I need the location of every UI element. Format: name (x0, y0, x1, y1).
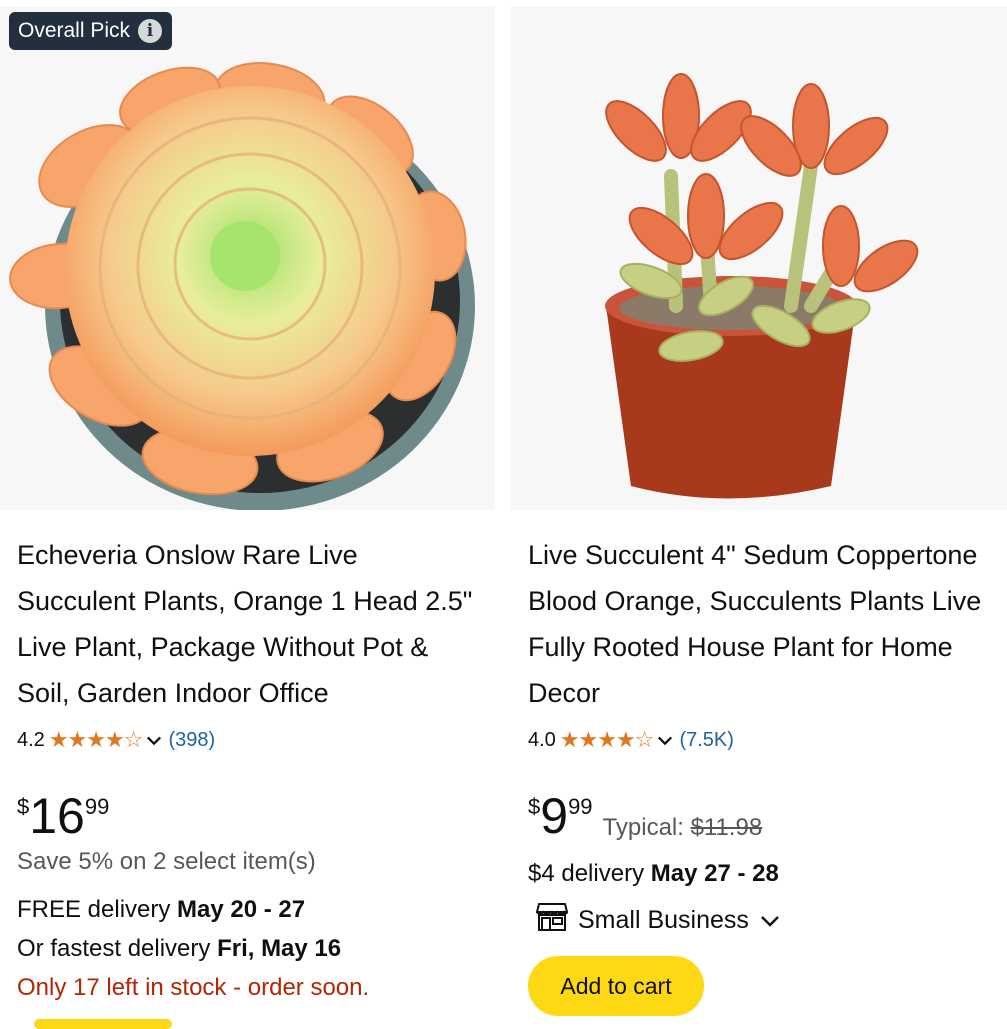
delivery-info: $4 delivery May 27 - 28 (528, 860, 779, 888)
product-image-echeveria[interactable] (0, 6, 495, 510)
typical-price-value: $11.98 (690, 814, 763, 841)
chevron-down-icon[interactable] (759, 906, 781, 935)
price-symbol: $ (528, 794, 541, 819)
rating-value: 4.2 (17, 729, 45, 751)
price-fraction: 99 (84, 794, 110, 819)
rating-row: 4.0 ★★★★☆ (7.5K) (528, 728, 734, 753)
star-rating-icon[interactable]: ★★★★☆ (560, 728, 655, 753)
price-fraction: 99 (568, 794, 593, 819)
product-card-sedum[interactable]: Live Succulent 4" Sedum Coppertone Blood… (511, 0, 1007, 1024)
badge-label: Overall Pick (18, 19, 131, 42)
sedum-plant-illustration (605, 73, 919, 499)
price-whole: 16 (29, 788, 85, 844)
review-count-link[interactable]: (7.5K) (679, 729, 733, 752)
review-count-link[interactable]: (398) (168, 729, 215, 752)
fastest-prefix: Or fastest delivery (17, 935, 218, 962)
product-title[interactable]: Echeveria Onslow Rare Live Succulent Pla… (17, 532, 482, 716)
rating-value: 4.0 (528, 729, 556, 751)
save-offer-text: Save 5% on 2 select item(s) (17, 848, 316, 875)
star-rating-icon[interactable]: ★★★★☆ (49, 728, 144, 753)
price: $ 9 99 Typical: $11.98 (528, 790, 762, 842)
echeveria-plant-illustration (9, 62, 475, 510)
price-whole: 9 (540, 788, 569, 844)
overall-pick-badge[interactable]: Overall Pick i (9, 12, 173, 50)
add-to-cart-button-partial[interactable] (34, 1019, 172, 1029)
chevron-down-icon[interactable] (146, 733, 162, 749)
stock-warning: Only 17 left in stock - order soon. (17, 974, 370, 1001)
info-icon[interactable]: i (138, 19, 163, 43)
product-title[interactable]: Live Succulent 4" Sedum Coppertone Blood… (528, 532, 988, 716)
typical-price: Typical: $11.98 (603, 814, 763, 842)
small-business-label: Small Business (578, 906, 749, 934)
delivery-prefix: FREE delivery (17, 896, 178, 923)
chevron-down-icon[interactable] (657, 733, 673, 749)
fastest-date: Fri, May 16 (217, 935, 342, 962)
product-card-echeveria[interactable]: Overall Pick i Echeveria Onslow Rare Liv… (0, 0, 495, 1029)
delivery-prefix: $4 delivery (528, 860, 651, 887)
product-image-sedum[interactable] (511, 6, 1007, 510)
fastest-delivery-info: Or fastest delivery Fri, May 16 (17, 935, 341, 963)
storefront-icon (535, 902, 569, 939)
price-symbol: $ (17, 794, 30, 819)
typical-label: Typical: (602, 814, 691, 841)
delivery-info: FREE delivery May 20 - 27 (17, 896, 305, 924)
delivery-dates: May 27 - 28 (650, 860, 779, 887)
small-business-badge[interactable]: Small Business (535, 902, 781, 939)
rating-row: 4.2 ★★★★☆ (398) (17, 728, 215, 753)
price: $ 16 99 (17, 790, 109, 842)
add-to-cart-button[interactable]: Add to cart (528, 956, 704, 1016)
delivery-dates: May 20 - 27 (177, 896, 306, 923)
